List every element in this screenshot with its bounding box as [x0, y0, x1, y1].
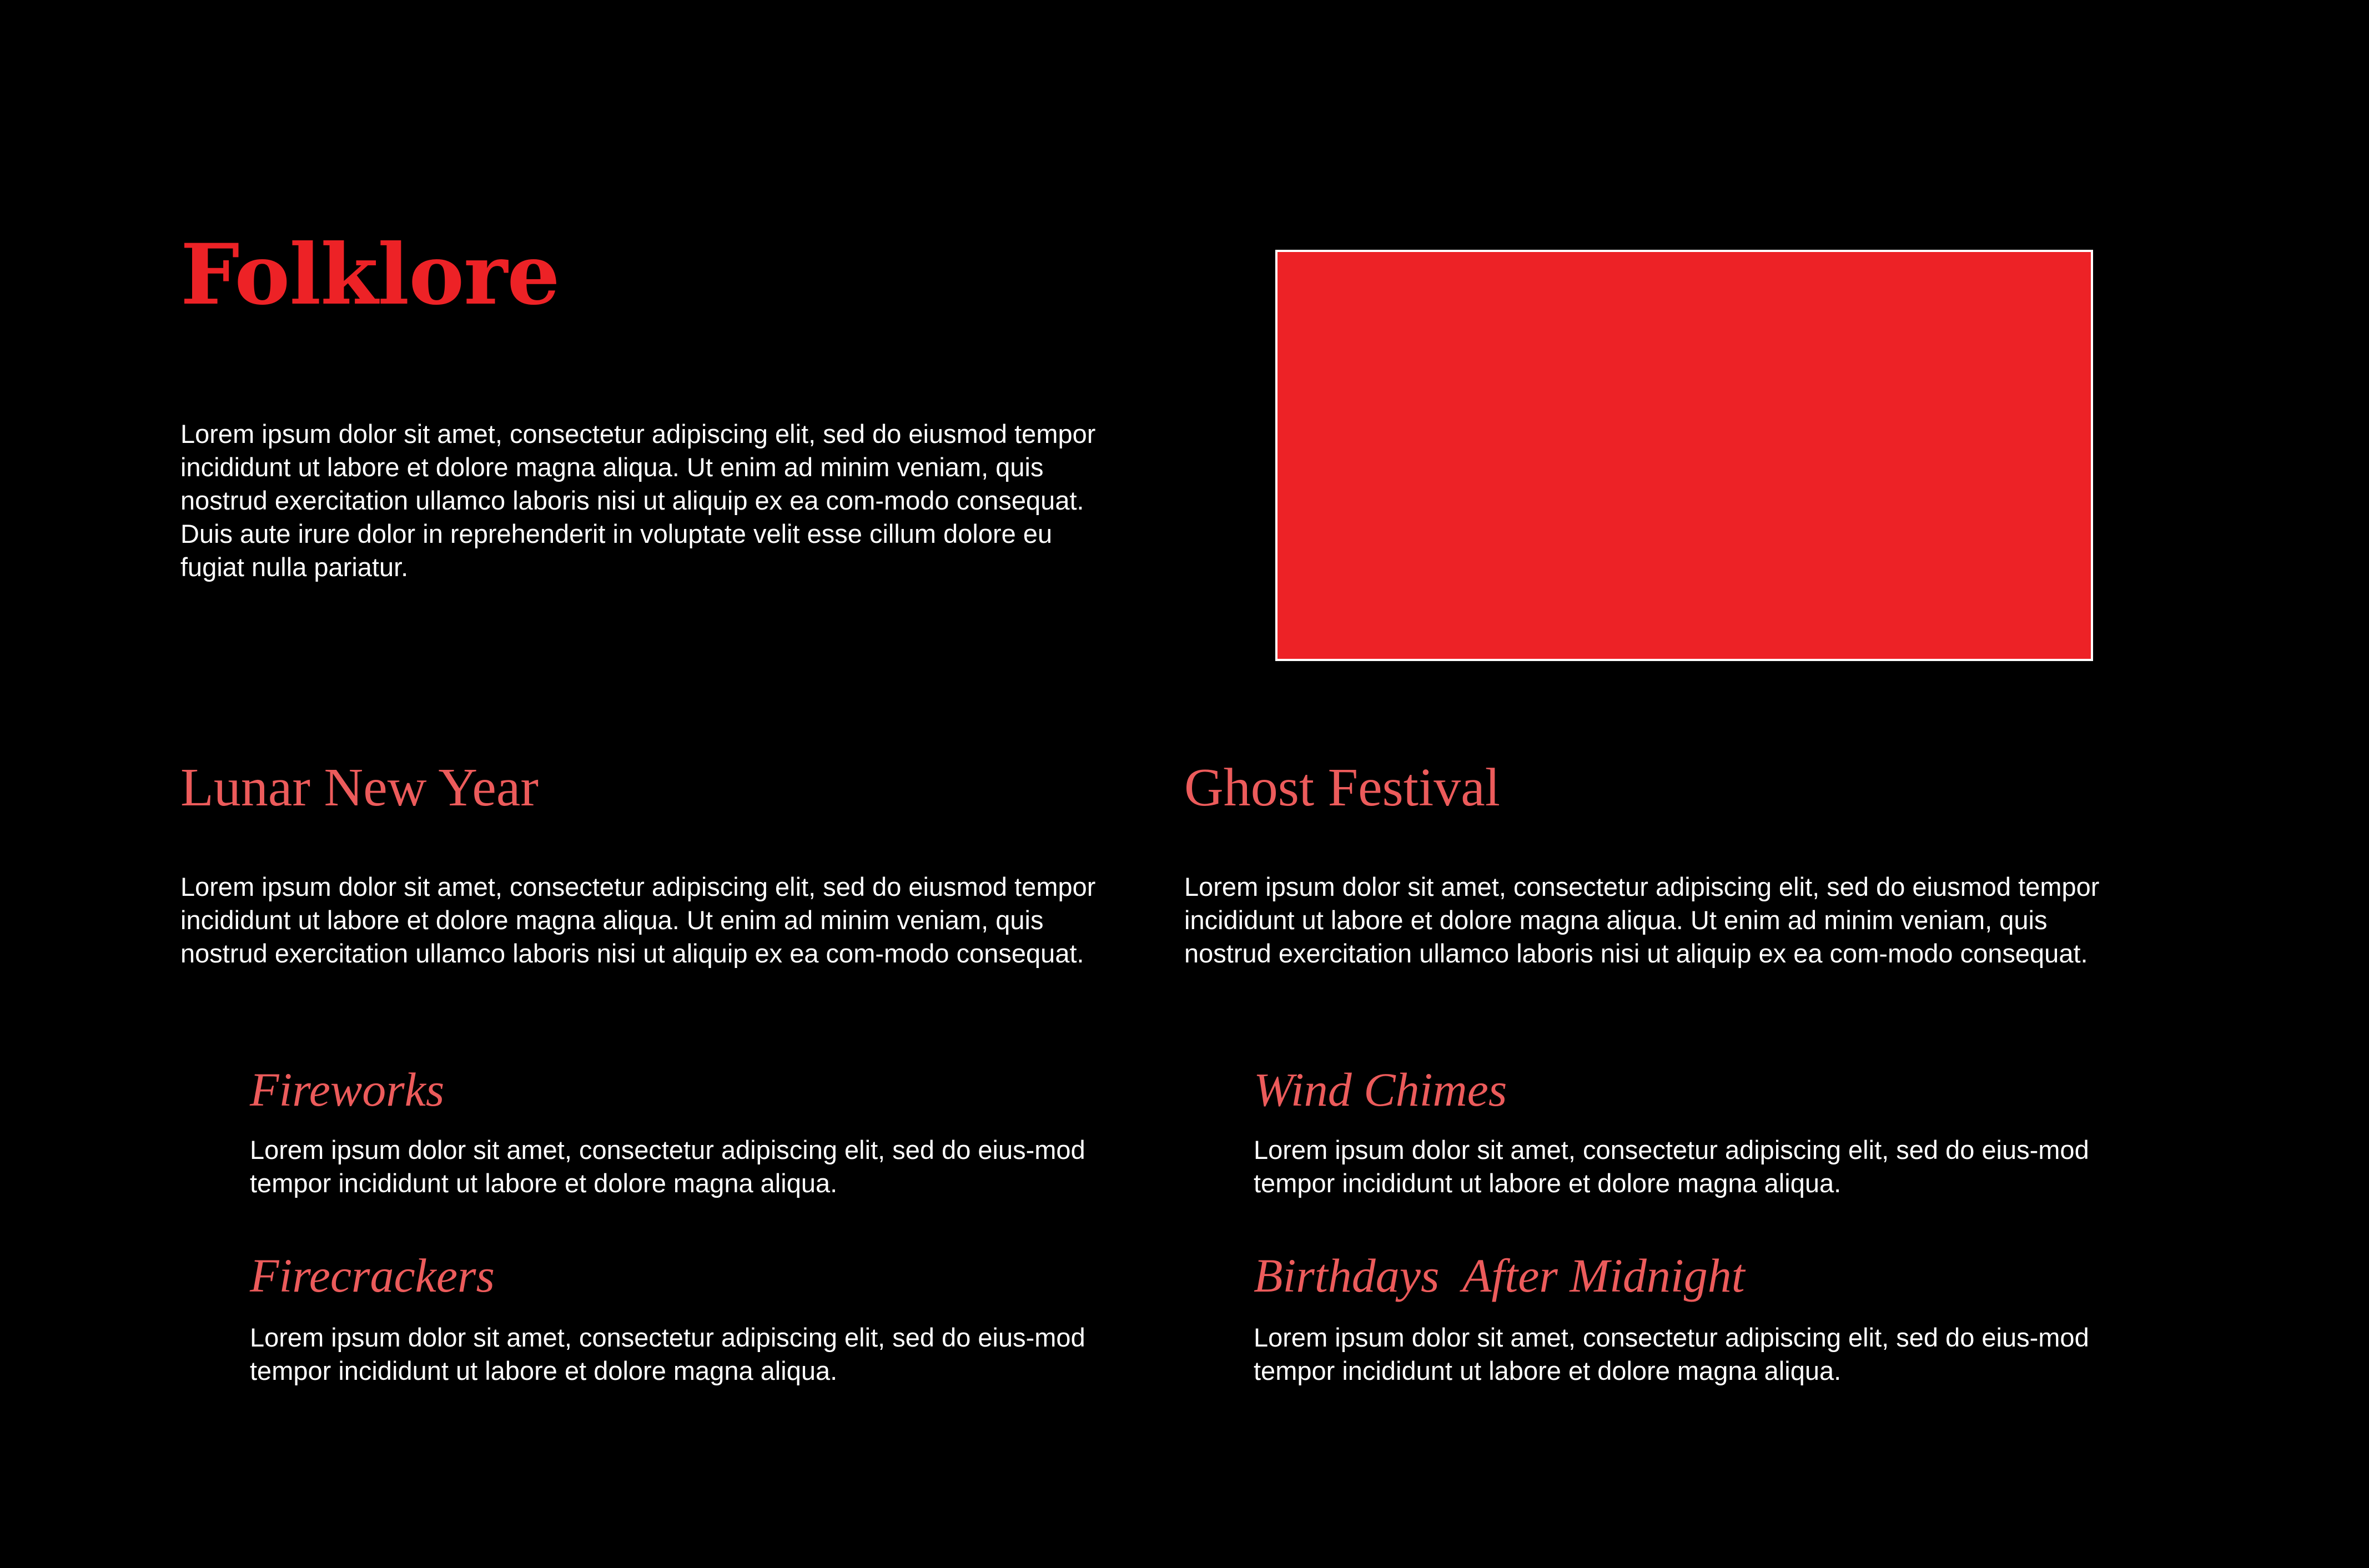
- subsection-text-wind-chimes: Lorem ipsum dolor sit amet, consectetur …: [1254, 1135, 2089, 1198]
- subsection-text-firecrackers: Lorem ipsum dolor sit amet, consectetur …: [250, 1323, 1085, 1385]
- subsection-heading-firecrackers: Firecrackers: [250, 1249, 495, 1302]
- subsection-heading-birthdays-after-midnight: Birthdays After Midnight: [1254, 1249, 1745, 1302]
- section-text-ghost-festival: Lorem ipsum dolor sit amet, consectetur …: [1184, 872, 2100, 968]
- section-text-lunar-new-year: Lorem ipsum dolor sit amet, consectetur …: [180, 872, 1096, 968]
- subsection-heading-fireworks: Fireworks: [250, 1063, 445, 1116]
- subsection-text-fireworks: Lorem ipsum dolor sit amet, consectetur …: [250, 1135, 1085, 1198]
- subsection-text-birthdays-after-midnight: Lorem ipsum dolor sit amet, consectetur …: [1254, 1323, 2089, 1385]
- subsection-heading-wind-chimes: Wind Chimes: [1254, 1063, 1507, 1116]
- intro-paragraph: Lorem ipsum dolor sit amet, consectetur …: [180, 419, 1096, 582]
- page-title: Folklore: [180, 226, 560, 324]
- section-heading-ghost-festival: Ghost Festival: [1184, 758, 1500, 818]
- hero-image-placeholder: [1275, 250, 2093, 661]
- section-heading-lunar-new-year: Lunar New Year: [180, 758, 539, 818]
